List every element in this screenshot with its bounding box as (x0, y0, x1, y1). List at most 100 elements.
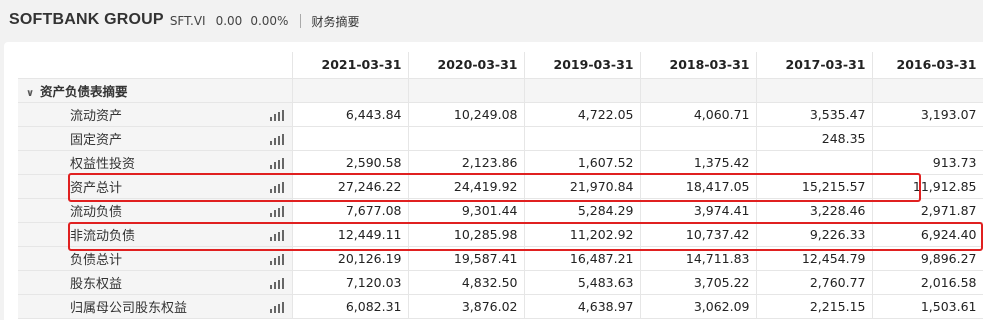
table-row[interactable]: 权益性投资 2,590.58 2,123.86 1,607.52 1,375.42 913… (18, 150, 983, 175)
table-row[interactable]: 流动负债 7,677.08 9,301.44 5,284.29 3,974.41 3,22… (18, 198, 983, 223)
value-cell: 6,082.31 (292, 294, 409, 319)
value-cell (872, 126, 983, 151)
company-name: SOFTBANK GROUP (9, 11, 164, 28)
row-label: 固定资产 (70, 132, 123, 148)
table-header-row: 2021-03-31 2020-03-31 2019-03-31 2018-03… (18, 52, 983, 79)
row-label: 权益性投资 (70, 156, 136, 172)
bar-chart-icon[interactable] (269, 205, 284, 217)
value-cell: 3,705.22 (640, 270, 757, 295)
value-cell: 2,760.77 (756, 270, 873, 295)
empty-cell (640, 78, 757, 103)
row-label: 负债总计 (70, 252, 123, 268)
bar-chart-icon[interactable] (269, 301, 284, 313)
value-cell: 10,737.42 (640, 222, 757, 247)
value-cell: 3,974.41 (640, 198, 757, 223)
value-cell: 2,215.15 (756, 294, 873, 319)
value-cell: 20,126.19 (292, 246, 409, 271)
value-cell: 248.35 (756, 126, 873, 151)
header: SOFTBANK GROUP SFT.VI 0.00 0.00% 财务摘要 (0, 0, 983, 40)
value-cell: 12,449.11 (292, 222, 409, 247)
row-label-cell: 非流动负债 (18, 222, 293, 247)
bar-chart-icon[interactable] (269, 253, 284, 265)
price: 0.00 (215, 14, 243, 28)
value-cell: 2,971.87 (872, 198, 983, 223)
row-label-cell: 负债总计 (18, 246, 293, 271)
value-cell: 7,677.08 (292, 198, 409, 223)
value-cell: 7,120.03 (292, 270, 409, 295)
value-cell (756, 150, 873, 175)
empty-cell (756, 78, 873, 103)
value-cell: 3,228.46 (756, 198, 873, 223)
value-cell: 4,722.05 (524, 102, 641, 127)
row-label-cell: 权益性投资 (18, 150, 293, 175)
value-cell (524, 126, 641, 151)
row-label-cell: 流动负债 (18, 198, 293, 223)
value-cell: 2,016.58 (872, 270, 983, 295)
value-cell: 21,970.84 (524, 174, 641, 199)
value-cell: 16,487.21 (524, 246, 641, 271)
value-cell: 12,454.79 (756, 246, 873, 271)
bar-chart-icon[interactable] (269, 133, 284, 145)
bar-chart-icon[interactable] (269, 277, 284, 289)
table-row[interactable]: 股东权益 7,120.03 4,832.50 5,483.63 3,705.22 2,76… (18, 270, 983, 295)
row-label-cell: 流动资产 (18, 102, 293, 127)
value-cell: 9,301.44 (408, 198, 525, 223)
table-row[interactable]: 归属母公司股东权益 6,082.31 3,876.02 4,638.97 3,062.0… (18, 294, 983, 319)
value-cell: 24,419.92 (408, 174, 525, 199)
value-cell: 9,226.33 (756, 222, 873, 247)
table-row[interactable]: 负债总计 20,126.19 19,587.41 16,487.21 14,711.83… (18, 246, 983, 271)
value-cell: 2,590.58 (292, 150, 409, 175)
row-label: 资产总计 (70, 180, 123, 196)
value-cell: 3,535.47 (756, 102, 873, 127)
row-label: 非流动负债 (70, 228, 136, 244)
row-label-cell: 资产总计 (18, 174, 293, 199)
row-label-cell: 固定资产 (18, 126, 293, 151)
value-cell (292, 126, 409, 151)
chevron-down-icon[interactable]: ∨ (26, 88, 36, 99)
empty-cell (408, 78, 525, 103)
value-cell: 11,912.85 (872, 174, 983, 199)
value-cell: 10,249.08 (408, 102, 525, 127)
section-title[interactable]: 财务摘要 (311, 13, 359, 30)
value-cell: 1,503.61 (872, 294, 983, 319)
value-cell: 19,587.41 (408, 246, 525, 271)
column-header[interactable]: 2017-03-31 (756, 52, 873, 79)
value-cell: 18,417.05 (640, 174, 757, 199)
row-label: 股东权益 (70, 276, 123, 292)
row-label: 流动负债 (70, 204, 123, 220)
column-header[interactable]: 2020-03-31 (408, 52, 525, 79)
column-header[interactable]: 2018-03-31 (640, 52, 757, 79)
group-label-cell[interactable]: ∨ 资产负债表摘要 (18, 78, 293, 103)
value-cell: 1,375.42 (640, 150, 757, 175)
table-row[interactable]: 非流动负债 12,449.11 10,285.98 11,202.92 10,737.4… (18, 222, 983, 247)
bar-chart-icon[interactable] (269, 109, 284, 121)
value-cell: 15,215.57 (756, 174, 873, 199)
table-row[interactable]: 资产总计 27,246.22 24,419.92 21,970.84 18,417.05… (18, 174, 983, 199)
bar-chart-icon[interactable] (269, 229, 284, 241)
value-cell: 2,123.86 (408, 150, 525, 175)
value-cell: 913.73 (872, 150, 983, 175)
row-label: 流动资产 (70, 108, 123, 124)
bar-chart-icon[interactable] (269, 157, 284, 169)
value-cell: 27,246.22 (292, 174, 409, 199)
value-cell: 10,285.98 (408, 222, 525, 247)
value-cell: 5,483.63 (524, 270, 641, 295)
value-cell (640, 126, 757, 151)
value-cell: 4,060.71 (640, 102, 757, 127)
column-header[interactable]: 2021-03-31 (292, 52, 409, 79)
value-cell: 4,832.50 (408, 270, 525, 295)
value-cell: 3,062.09 (640, 294, 757, 319)
value-cell: 11,202.92 (524, 222, 641, 247)
bar-chart-icon[interactable] (269, 181, 284, 193)
value-cell: 6,924.40 (872, 222, 983, 247)
column-header[interactable]: 2016-03-31 (872, 52, 983, 79)
group-label: 资产负债表摘要 (40, 83, 128, 99)
value-cell: 3,193.07 (872, 102, 983, 127)
table-row[interactable]: 固定资产 248.35 (18, 126, 983, 151)
table-row[interactable]: 流动资产 6,443.84 10,249.08 4,722.05 4,060.71 3,5… (18, 102, 983, 127)
column-header[interactable]: 2019-03-31 (524, 52, 641, 79)
financial-summary-panel: 2021-03-31 2020-03-31 2019-03-31 2018-03… (4, 42, 983, 320)
group-row-balance-sheet[interactable]: ∨ 资产负债表摘要 (18, 78, 983, 103)
row-label-cell: 股东权益 (18, 270, 293, 295)
value-cell: 3,876.02 (408, 294, 525, 319)
